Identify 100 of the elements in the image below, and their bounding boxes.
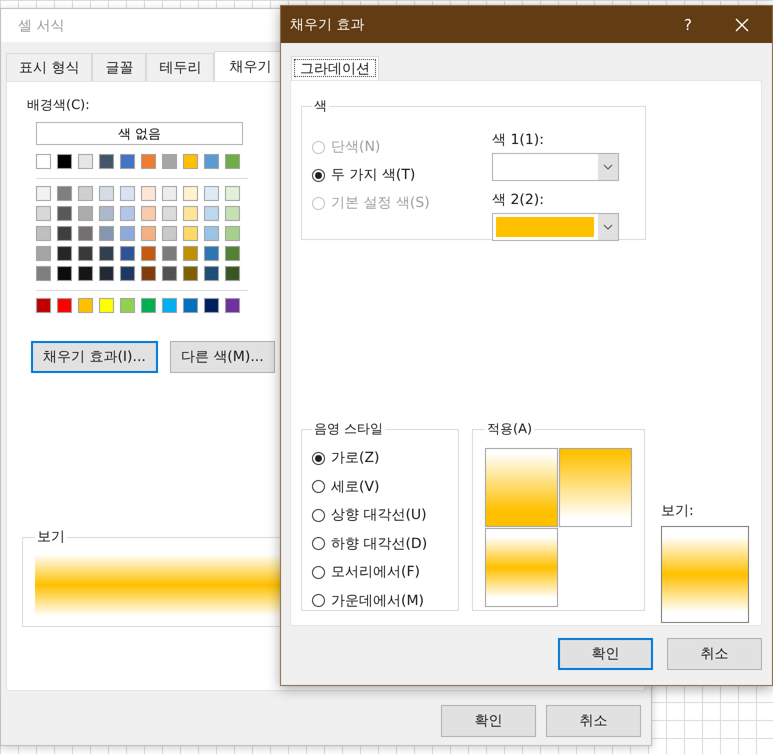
- color-swatch[interactable]: [99, 266, 114, 281]
- color-swatch[interactable]: [78, 226, 93, 241]
- ok-button[interactable]: 확인: [441, 705, 536, 737]
- color-swatch[interactable]: [36, 298, 51, 313]
- color-dropdown[interactable]: [492, 213, 619, 241]
- color-swatch[interactable]: [141, 186, 156, 201]
- color-swatch[interactable]: [57, 206, 72, 221]
- color-swatch[interactable]: [57, 246, 72, 261]
- radio-option[interactable]: 두 가지 색(T): [312, 161, 462, 189]
- color-swatch[interactable]: [99, 298, 114, 313]
- radio-option[interactable]: 모서리에서(F): [312, 558, 448, 586]
- color-swatch[interactable]: [204, 186, 219, 201]
- fill-effects-button[interactable]: 채우기 효과(I)...: [31, 341, 158, 373]
- cancel-button[interactable]: 취소: [667, 638, 762, 670]
- color-swatch[interactable]: [57, 226, 72, 241]
- color-swatch[interactable]: [57, 154, 72, 169]
- color-swatch[interactable]: [162, 298, 177, 313]
- color-swatch[interactable]: [120, 298, 135, 313]
- color-swatch[interactable]: [162, 246, 177, 261]
- color-swatch[interactable]: [141, 154, 156, 169]
- color-swatch[interactable]: [141, 206, 156, 221]
- color-swatch[interactable]: [141, 266, 156, 281]
- color-swatch[interactable]: [36, 154, 51, 169]
- color-swatch[interactable]: [204, 246, 219, 261]
- more-colors-button[interactable]: 다른 색(M)...: [170, 341, 275, 373]
- color-swatch[interactable]: [57, 298, 72, 313]
- color-swatch[interactable]: [57, 186, 72, 201]
- color-swatch[interactable]: [204, 266, 219, 281]
- color-swatch[interactable]: [120, 186, 135, 201]
- no-color-button[interactable]: 색 없음: [36, 122, 243, 145]
- color-swatch[interactable]: [78, 206, 93, 221]
- close-icon[interactable]: [734, 16, 750, 32]
- radio-button[interactable]: [312, 537, 325, 550]
- color-swatch[interactable]: [141, 226, 156, 241]
- gradient-variant[interactable]: [485, 528, 558, 607]
- color-swatch[interactable]: [225, 298, 240, 313]
- color-swatch[interactable]: [78, 266, 93, 281]
- color-swatch[interactable]: [225, 246, 240, 261]
- radio-option[interactable]: 가운데에서(M): [312, 586, 448, 615]
- color-swatch[interactable]: [36, 186, 51, 201]
- color-swatch[interactable]: [120, 206, 135, 221]
- color-swatch[interactable]: [141, 298, 156, 313]
- color-swatch[interactable]: [78, 246, 93, 261]
- color-swatch[interactable]: [183, 186, 198, 201]
- ok-button[interactable]: 확인: [558, 638, 653, 670]
- color-swatch[interactable]: [225, 206, 240, 221]
- color-swatch[interactable]: [162, 266, 177, 281]
- color-swatch[interactable]: [204, 154, 219, 169]
- radio-button[interactable]: [312, 566, 325, 579]
- radio-option[interactable]: 세로(V): [312, 472, 448, 501]
- color-swatch[interactable]: [99, 206, 114, 221]
- color-swatch[interactable]: [225, 186, 240, 201]
- color-swatch[interactable]: [225, 266, 240, 281]
- color-swatch[interactable]: [225, 226, 240, 241]
- color-swatch[interactable]: [183, 226, 198, 241]
- color-swatch[interactable]: [204, 226, 219, 241]
- color-swatch[interactable]: [36, 266, 51, 281]
- gradient-variant[interactable]: [559, 448, 632, 527]
- color-swatch[interactable]: [141, 246, 156, 261]
- color-swatch[interactable]: [78, 186, 93, 201]
- color-swatch[interactable]: [183, 266, 198, 281]
- color-swatch[interactable]: [78, 298, 93, 313]
- color-swatch[interactable]: [57, 266, 72, 281]
- color-swatch[interactable]: [36, 206, 51, 221]
- radio-option[interactable]: 상향 대각선(U): [312, 501, 448, 530]
- tab[interactable]: 테두리: [146, 53, 214, 81]
- color-swatch[interactable]: [204, 206, 219, 221]
- color-swatch[interactable]: [162, 226, 177, 241]
- color-swatch[interactable]: [183, 246, 198, 261]
- radio-button[interactable]: [312, 508, 325, 522]
- color-swatch[interactable]: [36, 246, 51, 261]
- color-swatch[interactable]: [162, 186, 177, 201]
- color-swatch[interactable]: [225, 154, 240, 169]
- color-swatch[interactable]: [120, 266, 135, 281]
- color-dropdown[interactable]: [492, 153, 619, 181]
- radio-button[interactable]: [312, 452, 325, 465]
- color-swatch[interactable]: [120, 246, 135, 261]
- radio-option[interactable]: 하향 대각선(D): [312, 530, 448, 558]
- color-swatch[interactable]: [162, 154, 177, 169]
- radio-button[interactable]: [312, 480, 325, 494]
- gradient-variant[interactable]: [485, 448, 558, 527]
- radio-button[interactable]: [312, 168, 325, 182]
- color-swatch[interactable]: [120, 154, 135, 169]
- tab[interactable]: 그라데이션: [291, 56, 379, 80]
- color-swatch[interactable]: [204, 298, 219, 313]
- help-button[interactable]: ?: [684, 16, 692, 34]
- color-swatch[interactable]: [162, 206, 177, 221]
- color-swatch[interactable]: [36, 226, 51, 241]
- color-swatch[interactable]: [99, 186, 114, 201]
- radio-button[interactable]: [312, 594, 325, 608]
- color-swatch[interactable]: [99, 226, 114, 241]
- cancel-button[interactable]: 취소: [546, 705, 641, 737]
- color-swatch[interactable]: [183, 206, 198, 221]
- radio-option[interactable]: 가로(Z): [312, 444, 448, 472]
- color-swatch[interactable]: [183, 298, 198, 313]
- tab[interactable]: 글꼴: [92, 53, 146, 81]
- color-swatch[interactable]: [99, 246, 114, 261]
- color-swatch[interactable]: [99, 154, 114, 169]
- color-swatch[interactable]: [183, 154, 198, 169]
- color-swatch[interactable]: [120, 226, 135, 241]
